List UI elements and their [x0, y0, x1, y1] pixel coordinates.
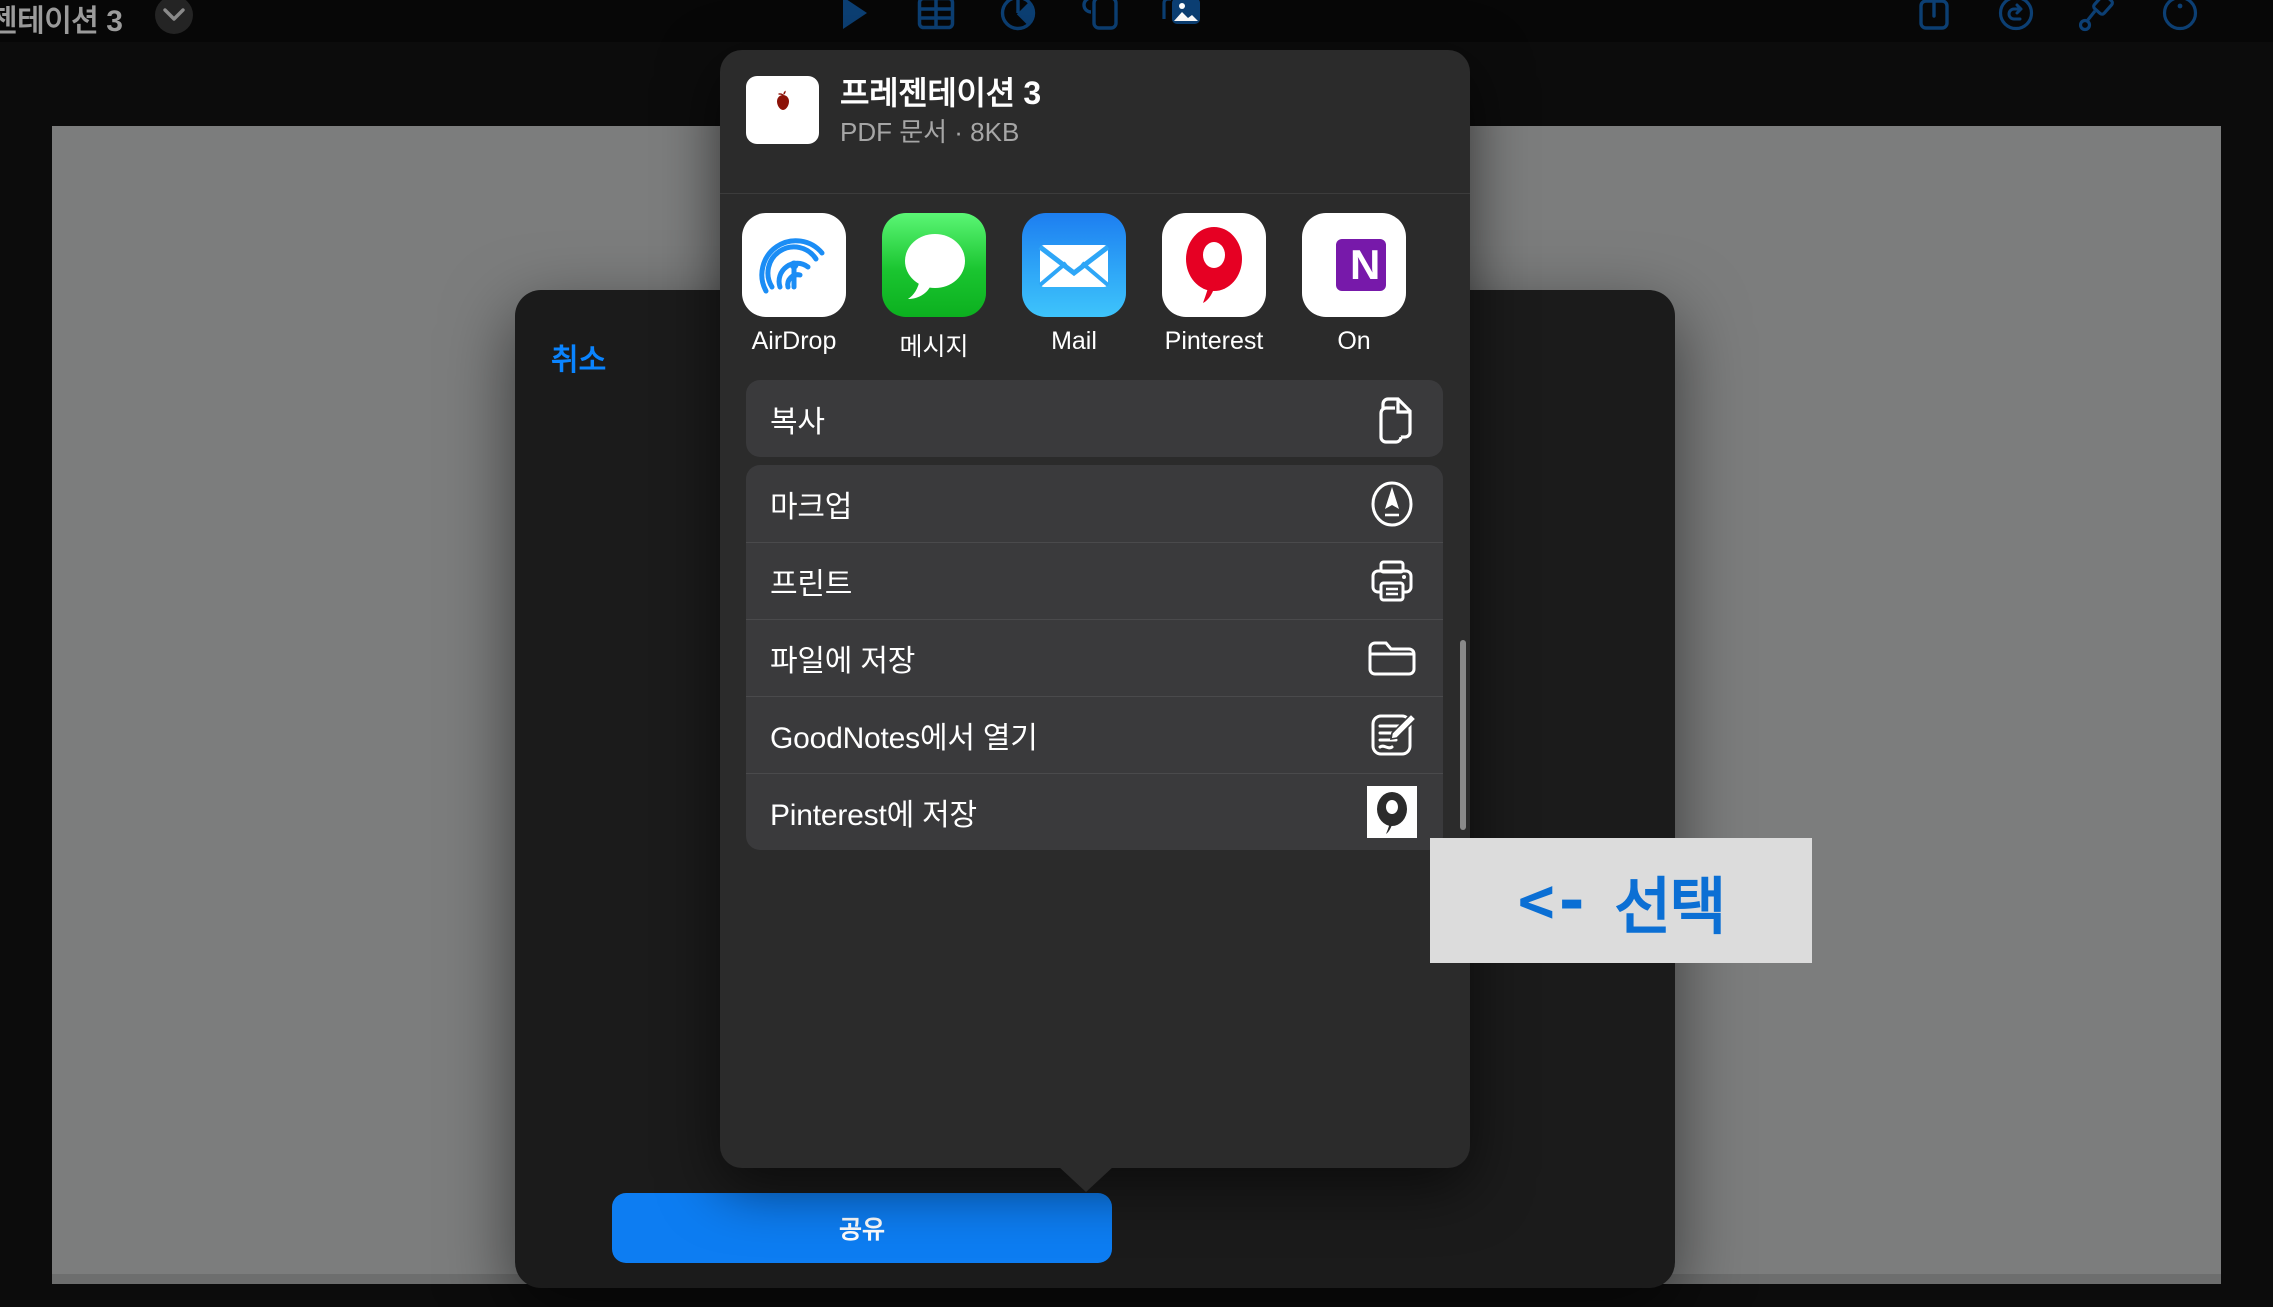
share-action-label: 마크업	[770, 490, 853, 524]
share-action-save-to-pinterest[interactable]: Pinterest에 저장	[746, 773, 1443, 850]
play-icon[interactable]	[828, 0, 880, 36]
share-target-airdrop[interactable]: AirDrop	[742, 213, 846, 368]
share-target-onenote[interactable]: N On	[1302, 213, 1406, 368]
svg-text:N: N	[1350, 241, 1380, 288]
document-name: 프레젠테이션 3	[840, 75, 1041, 111]
share-app-row: AirDrop 메시지 Mail Pinterest N On	[720, 213, 1470, 368]
app-root: 젠테이션 3 취소 공유 프레젠테이션 3 PDF 문서 · 8KB AirDr…	[0, 0, 2273, 1307]
markup-icon	[1365, 477, 1419, 531]
popover-scrollbar[interactable]	[1460, 640, 1466, 830]
top-toolbar: 젠테이션 3	[0, 0, 2273, 42]
share-target-pinterest[interactable]: Pinterest	[1162, 213, 1266, 368]
onenote-icon: N	[1302, 213, 1406, 317]
media-icon[interactable]	[1156, 0, 1208, 36]
share-action-save-to-files[interactable]: 파일에 저장	[746, 619, 1443, 696]
share-action-label: 프린트	[770, 567, 853, 601]
pinterest-icon	[1162, 213, 1266, 317]
share-action-label: 파일에 저장	[770, 644, 916, 678]
document-thumbnail	[746, 76, 819, 144]
goodnotes-icon	[1365, 708, 1419, 762]
document-meta: PDF 문서 · 8KB	[840, 117, 1020, 147]
share-target-label: AirDrop	[751, 327, 837, 355]
share-action-group-primary: 복사	[746, 380, 1443, 457]
share-target-mail[interactable]: Mail	[1022, 213, 1126, 368]
share-action-print[interactable]: 프린트	[746, 542, 1443, 619]
chart-icon[interactable]	[992, 0, 1044, 36]
airdrop-icon	[742, 213, 846, 317]
cancel-button[interactable]: 취소	[551, 335, 606, 379]
share-action-copy[interactable]: 복사	[746, 380, 1443, 457]
undo-icon[interactable]	[1990, 0, 2042, 36]
share-button[interactable]: 공유	[612, 1193, 1112, 1263]
pinterest-save-icon	[1365, 785, 1419, 839]
popover-arrow	[1058, 1166, 1114, 1192]
annotation-callout: <- 선택	[1430, 838, 1812, 963]
share-action-label: 복사	[770, 405, 825, 439]
annotation-arrow: <-	[1517, 864, 1591, 937]
share-export-icon[interactable]	[1908, 0, 1960, 36]
mail-icon	[1022, 213, 1126, 317]
document-title: 젠테이션 3	[0, 5, 123, 38]
share-target-label: On	[1337, 327, 1371, 355]
share-action-markup[interactable]: 마크업	[746, 465, 1443, 542]
share-action-group-actions: 마크업 프린트 파일에 저장 GoodNotes에서 열기 Pinterest에…	[746, 465, 1443, 850]
share-target-label: Mail	[1051, 327, 1097, 355]
printer-icon	[1365, 554, 1419, 608]
share-action-open-in-goodnotes[interactable]: GoodNotes에서 열기	[746, 696, 1443, 773]
annotation-text: 선택	[1614, 869, 1726, 943]
share-target-label: Pinterest	[1164, 327, 1264, 355]
apple-icon	[776, 90, 789, 110]
share-target-label: 메시지	[899, 333, 969, 361]
header-divider	[720, 193, 1470, 194]
format-brush-icon[interactable]	[2072, 0, 2124, 36]
share-action-label: Pinterest에 저장	[770, 798, 977, 832]
share-sheet-header: 프레젠테이션 3 PDF 문서 · 8KB	[720, 50, 1470, 195]
messages-icon	[882, 213, 986, 317]
share-action-label: GoodNotes에서 열기	[770, 721, 1038, 755]
folder-icon	[1365, 631, 1419, 685]
copy-icon	[1365, 392, 1419, 446]
more-circle-icon[interactable]	[2154, 0, 2206, 36]
shape-icon[interactable]	[1074, 0, 1126, 36]
share-target-messages[interactable]: 메시지	[882, 213, 986, 368]
share-sheet-popover: 프레젠테이션 3 PDF 문서 · 8KB AirDrop 메시지 Mail P…	[720, 50, 1470, 1168]
chevron-down-icon[interactable]	[155, 0, 193, 34]
table-icon[interactable]	[910, 0, 962, 36]
